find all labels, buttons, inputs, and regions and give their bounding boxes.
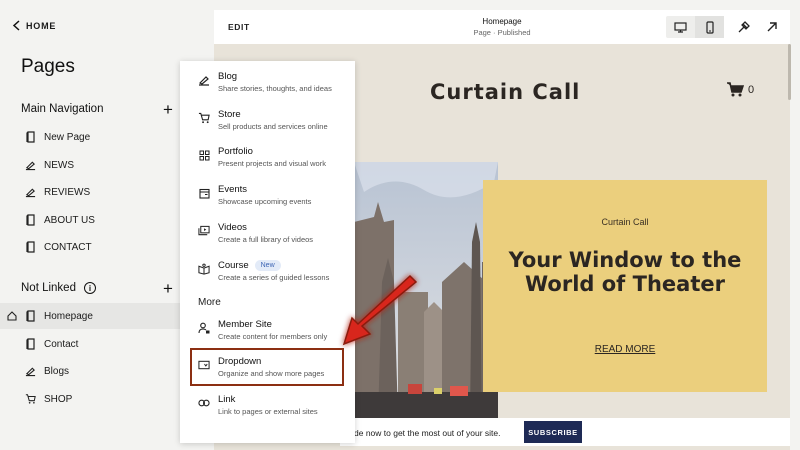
new-badge: New — [254, 260, 281, 271]
menu-item-title: Store — [218, 109, 241, 120]
menu-item-desc: Share stories, thoughts, and ideas — [218, 84, 332, 93]
cart-count: 0 — [748, 83, 755, 96]
menu-item-portfolio[interactable]: Portfolio Present projects and visual wo… — [180, 146, 355, 180]
add-unlinked-plus-icon[interactable]: + — [163, 279, 173, 299]
site-cart[interactable]: 0 — [726, 82, 754, 97]
desktop-icon — [674, 21, 687, 33]
nav-item-label: NEWS — [44, 159, 74, 171]
member-icon — [198, 322, 210, 334]
dropdown-highlight-box — [190, 348, 344, 386]
link-icon — [198, 397, 210, 409]
calendar-icon — [198, 187, 210, 199]
nav-item-label: SHOP — [44, 393, 73, 405]
home-icon — [7, 311, 17, 321]
hero-card-eyebrow: Curtain Call — [601, 217, 649, 227]
menu-item-title: Blog — [218, 71, 238, 82]
chevron-left-icon — [12, 20, 20, 31]
add-page-plus-icon[interactable]: + — [163, 100, 173, 120]
page-icon — [25, 241, 36, 253]
more-section-label: More — [198, 297, 221, 308]
menu-item-link[interactable]: Link Link to pages or external sites — [180, 394, 355, 428]
not-linked-label: Not Linked — [21, 282, 76, 294]
video-icon — [198, 225, 210, 237]
menu-item-title: Member Site — [218, 319, 272, 330]
design-brush-icon[interactable] — [736, 19, 752, 35]
blog-icon — [25, 365, 36, 377]
nav-item-label: CONTACT — [44, 241, 92, 253]
book-icon — [198, 263, 210, 275]
blog-icon — [198, 74, 210, 86]
cart-icon — [727, 82, 744, 97]
site-title: Curtain Call — [430, 80, 581, 104]
menu-item-course[interactable]: Course New Create a series of guided less… — [180, 260, 355, 294]
preview-scrollbar[interactable] — [788, 44, 791, 100]
hero-card: Curtain Call Your Window to the World of… — [483, 180, 767, 392]
hero-card-heading: Your Window to the World of Theater — [508, 248, 742, 296]
home-back-link[interactable]: HOME — [12, 20, 56, 31]
menu-item-store[interactable]: Store Sell products and services online — [180, 109, 355, 143]
menu-item-desc: Create a full library of videos — [218, 235, 314, 244]
menu-item-desc: Link to pages or external sites — [218, 407, 318, 416]
nav-item-label: REVIEWS — [44, 186, 91, 198]
mobile-view-button[interactable] — [695, 16, 724, 38]
read-more-link[interactable]: READ MORE — [483, 344, 767, 355]
nav-item-label: New Page — [44, 131, 91, 143]
main-navigation-label: Main Navigation — [21, 103, 104, 115]
subscribe-banner: de now to get the most out of your site.… — [340, 418, 790, 446]
city-street-photo — [354, 162, 498, 418]
page-icon — [25, 131, 36, 143]
editor-topbar: EDIT Homepage Page · Published — [214, 10, 790, 44]
desktop-view-button[interactable] — [666, 16, 695, 38]
menu-item-title: Link — [218, 394, 236, 405]
nav-item-label: Blogs — [44, 365, 70, 377]
cart-icon — [25, 393, 36, 405]
nav-item-label: Contact — [44, 338, 79, 350]
menu-item-title: Portfolio — [218, 146, 253, 157]
menu-item-events[interactable]: Events Showcase upcoming events — [180, 184, 355, 218]
menu-item-desc: Create a series of guided lessons — [218, 273, 330, 282]
banner-text: de now to get the most out of your site. — [354, 428, 501, 438]
menu-item-title-row: Course New — [218, 260, 281, 271]
pages-title: Pages — [21, 56, 75, 77]
menu-item-title: Events — [218, 184, 248, 195]
menu-item-blog[interactable]: Blog Share stories, thoughts, and ideas — [180, 71, 355, 105]
subscribe-button[interactable]: SUBSCRIBE — [524, 421, 582, 443]
grid-icon — [198, 149, 210, 161]
home-link-label: HOME — [26, 20, 57, 31]
nav-item-label: ABOUT US — [44, 214, 95, 226]
main-navigation-heading: Main Navigation + — [21, 100, 181, 119]
menu-item-title: Videos — [218, 222, 247, 233]
mobile-icon — [705, 20, 714, 34]
menu-item-desc: Showcase upcoming events — [218, 197, 312, 206]
menu-item-videos[interactable]: Videos Create a full library of videos — [180, 222, 355, 256]
blog-icon — [25, 159, 36, 171]
page-icon — [25, 214, 36, 226]
open-external-arrow-icon[interactable] — [764, 19, 780, 35]
info-icon[interactable]: i — [83, 282, 96, 294]
nav-item-label: Homepage — [44, 310, 93, 322]
menu-item-desc: Sell products and services online — [218, 122, 328, 131]
menu-item-desc: Create content for members only — [218, 332, 328, 341]
blog-icon — [25, 186, 36, 198]
page-icon — [25, 310, 36, 322]
not-linked-heading: Not Linked i + — [21, 279, 181, 298]
menu-item-desc: Present projects and visual work — [218, 159, 326, 168]
page-icon — [25, 338, 36, 350]
menu-item-title: Course — [218, 260, 249, 271]
device-view-toggle — [666, 16, 724, 38]
cart-icon — [198, 112, 210, 124]
